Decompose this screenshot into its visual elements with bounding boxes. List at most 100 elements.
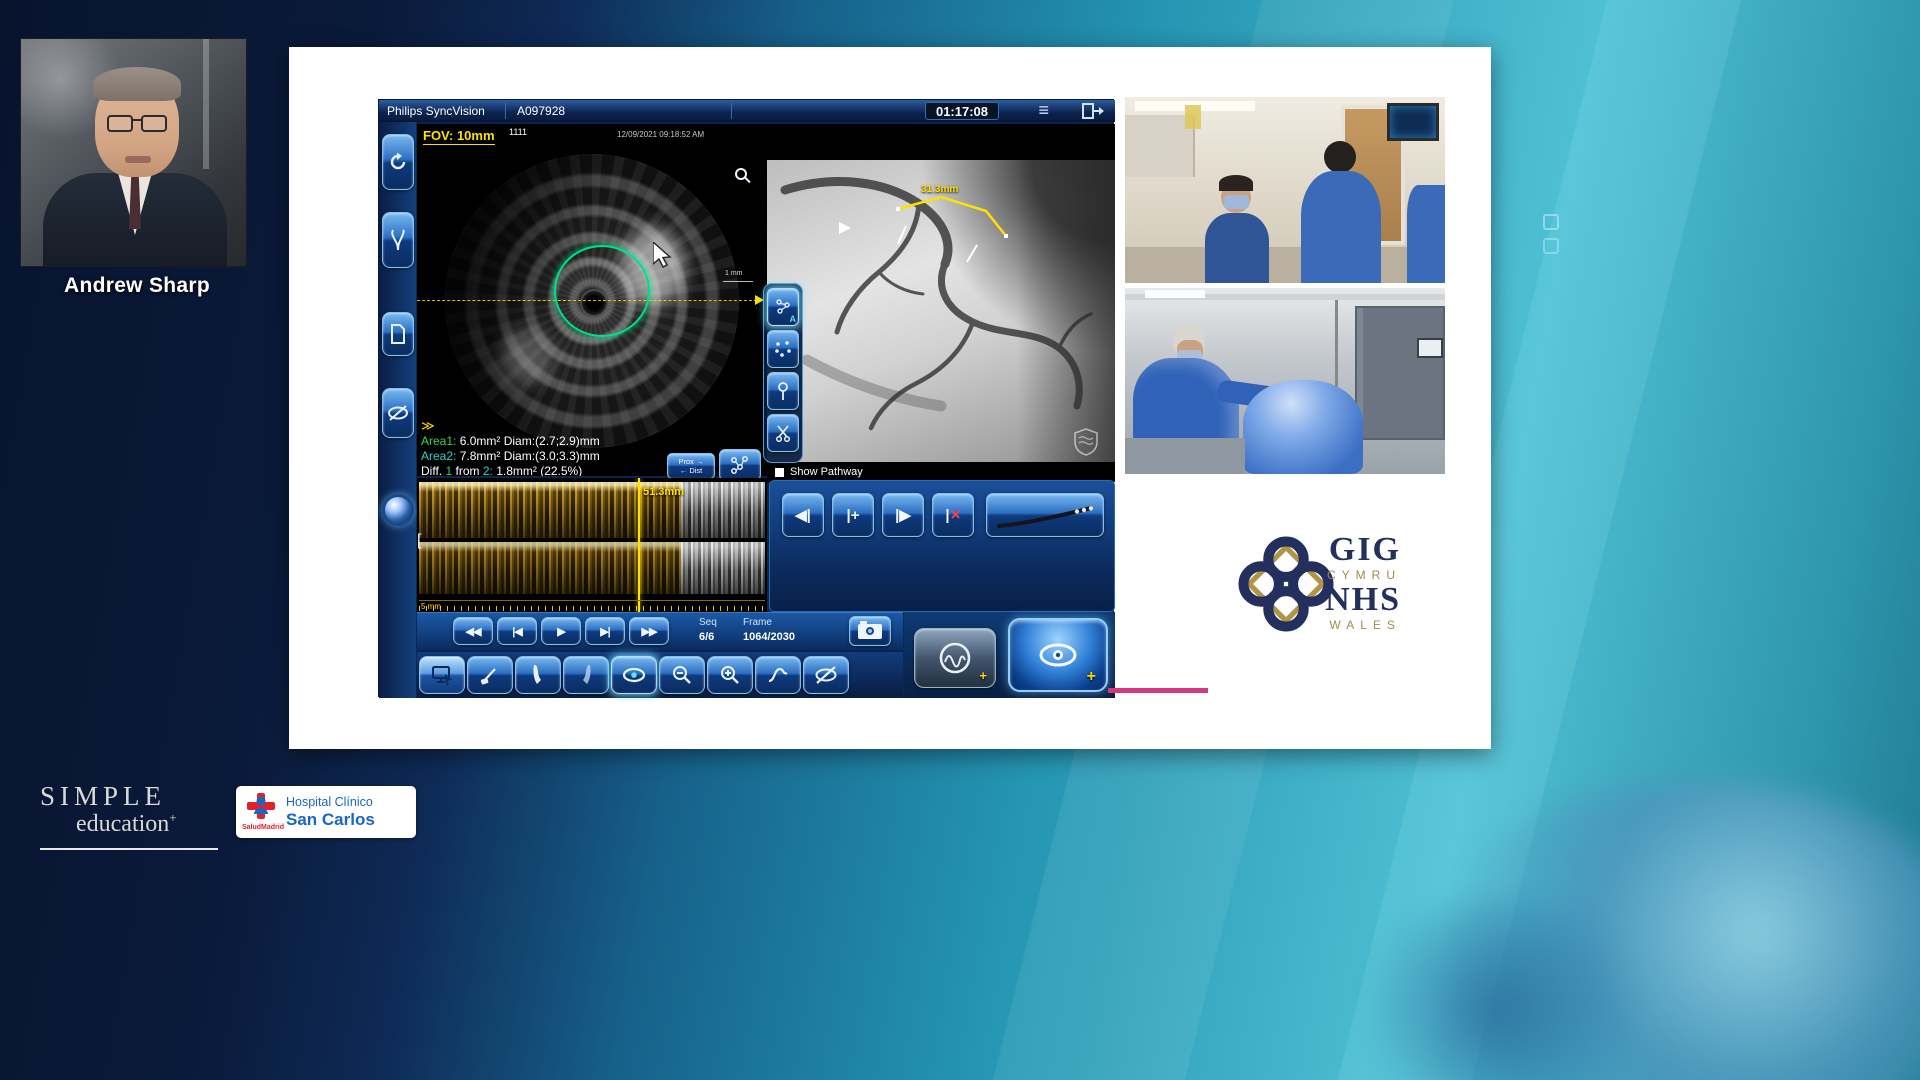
nhs-wales-wordmark: GIG CYMRU NHS WALES	[1309, 533, 1401, 633]
probe-button[interactable]	[467, 656, 513, 694]
frame-label: Frame	[743, 617, 772, 628]
add-marker-icon: |+	[847, 507, 860, 524]
dist-label: ← Dist	[680, 466, 703, 475]
step-forward-icon: ▶|	[600, 625, 610, 638]
step-back-button[interactable]: |◀	[497, 617, 537, 645]
rewind-button[interactable]: ◀◀	[453, 617, 493, 645]
delete-marker-button[interactable]: |×	[932, 493, 974, 537]
scissors-icon	[774, 424, 792, 442]
area1-line: Area1: 6.0mm² Diam:(2.7;2.9)mm	[421, 434, 600, 449]
menu-icon[interactable]: ≡	[1038, 100, 1049, 121]
angio-image: 31.3mm	[767, 160, 1115, 462]
add-marker-button[interactable]: |+	[832, 493, 874, 537]
sidebar-report-button[interactable]	[382, 312, 414, 356]
cut-button[interactable]	[767, 414, 799, 452]
sidebar-hide-button[interactable]	[382, 388, 414, 438]
add-ivus-run-button[interactable]: +	[1008, 618, 1108, 692]
lumen-contour[interactable]	[554, 245, 650, 337]
workspace-button[interactable]	[419, 656, 465, 694]
manual-pathway-button[interactable]	[767, 330, 799, 368]
acquisition-timestamp: 12/09/2021 09:18:52 AM	[617, 130, 704, 139]
angio-letterbox-top	[767, 124, 1115, 160]
device-sizing-button[interactable]	[986, 493, 1104, 537]
cathlab-video-1	[1125, 97, 1445, 283]
marker-pin-button[interactable]	[767, 372, 799, 410]
show-pathway-checkbox[interactable]	[775, 468, 784, 477]
equipment-rack	[1355, 306, 1445, 440]
bottom-toolbar	[417, 652, 903, 698]
simple-plus: +	[169, 810, 176, 825]
step-back-icon: |◀	[512, 625, 522, 638]
s-curve-icon	[766, 664, 790, 686]
fast-forward-button[interactable]: ▶▶	[629, 617, 669, 645]
extend-distal-button[interactable]: |▶	[882, 493, 924, 537]
cathlab-video-2	[1125, 288, 1445, 474]
step-forward-button[interactable]: ▶|	[585, 617, 625, 645]
sidebar-vessel-button[interactable]	[382, 212, 414, 268]
pathway-mini-button[interactable]	[719, 449, 761, 481]
extend-proximal-button[interactable]: ◀|	[782, 493, 824, 537]
diff-mid: from	[456, 464, 480, 476]
snapshot-button[interactable]	[849, 616, 891, 646]
nhs-nhs: NHS	[1309, 583, 1401, 617]
ivus-echo-highlight	[501, 328, 553, 386]
pullback-cursor-label: 51.3mm	[643, 486, 684, 498]
exit-icon[interactable]	[1081, 102, 1105, 120]
delete-marker-bar: |	[945, 507, 949, 524]
app-header: Philips SyncVision A097928 01:17:08 ≡	[379, 100, 1115, 122]
longitudinal-gray-segment-2	[681, 542, 765, 594]
vessel-run2-button[interactable]	[563, 656, 609, 694]
limb-vessel2-icon	[576, 663, 596, 687]
prox-label: Prox →	[678, 457, 703, 466]
camera-icon	[858, 624, 882, 639]
ivus-scale-tick	[723, 281, 753, 282]
probe-icon	[479, 664, 501, 686]
vessel-tree-icon	[388, 229, 408, 251]
diff-n1: 1	[445, 464, 452, 476]
sidebar-exam-button[interactable]	[382, 134, 414, 190]
webcam-frame-edge	[203, 39, 209, 169]
salud-madrid-label: SaludMadrid	[242, 824, 284, 831]
curve-tool-button[interactable]	[755, 656, 801, 694]
show-pathway-label: Show Pathway	[790, 466, 863, 478]
zoom-in-button[interactable]	[707, 656, 753, 694]
expand-chevrons[interactable]: ≫	[421, 418, 435, 434]
prox-dist-button[interactable]: Prox → ← Dist	[667, 453, 715, 479]
angio-tool-palette: A	[763, 283, 803, 463]
measurement-readout: Area1: 6.0mm² Diam:(2.7;2.9)mm Area2: 7.…	[421, 434, 600, 476]
white-arrow-marker	[839, 222, 851, 234]
add-waveform-button[interactable]: +	[914, 628, 996, 688]
magnifier-handle	[744, 177, 750, 183]
sidebar-knob-button[interactable]	[382, 494, 414, 526]
vessel-run-button[interactable]	[515, 656, 561, 694]
header-divider	[505, 103, 506, 119]
seq-label: Seq	[699, 617, 717, 628]
play-button[interactable]: ▶	[541, 617, 581, 645]
ceiling-light-2	[1145, 290, 1205, 298]
series-number: 1111	[509, 127, 527, 137]
hide-overlays-button[interactable]	[803, 656, 849, 694]
nhs-wales: WALES	[1309, 617, 1401, 633]
network-dots-icon	[729, 455, 751, 475]
auto-pathway-button[interactable]: A	[767, 288, 799, 326]
zoom-in-icon	[719, 664, 741, 686]
trim-bracket[interactable]: [	[417, 532, 421, 550]
area2-line: Area2: 7.8mm² Diam:(3.0;3.3)mm	[421, 449, 600, 464]
view-button[interactable]	[611, 656, 657, 694]
ivus-panel: FOV: 10mm 1111 12/09/2021 09:18:52 AM 1 …	[417, 124, 767, 476]
ruler-ticks	[419, 606, 765, 611]
presenter-glasses-right	[141, 115, 167, 132]
slide: Philips SyncVision A097928 01:17:08 ≡	[289, 47, 1491, 749]
pullback-cursor-line[interactable]	[638, 478, 640, 612]
angio-measurement-label: 31.3mm	[921, 184, 958, 195]
waveform-icon	[937, 640, 973, 676]
presenter-mouth	[125, 156, 151, 163]
zoom-out-button[interactable]	[659, 656, 705, 694]
sterile-drape	[1243, 380, 1363, 474]
diff-n2: 2:	[483, 464, 493, 476]
simple-logo-bottom: education+	[76, 810, 177, 838]
hospital-logo: SaludMadrid Hospital Clínico San Carlos	[236, 786, 416, 838]
simple-logo-top: SIMPLE	[40, 781, 166, 812]
rewind-icon: ◀◀	[466, 625, 481, 638]
auto-badge: A	[790, 314, 797, 324]
